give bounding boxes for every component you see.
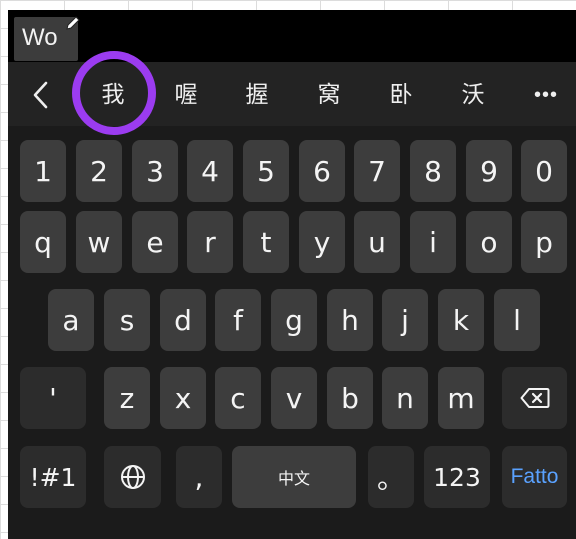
key-g[interactable]: g: [271, 289, 317, 351]
key-f[interactable]: f: [215, 289, 261, 351]
key-o[interactable]: o: [466, 211, 512, 273]
key-y[interactable]: y: [299, 211, 345, 273]
candidate-2[interactable]: 喔: [161, 78, 211, 112]
key-a[interactable]: a: [48, 289, 94, 351]
more-candidates-icon[interactable]: •••: [526, 80, 566, 110]
key-i[interactable]: i: [410, 211, 456, 273]
done-key[interactable]: Fatto: [502, 446, 567, 508]
candidate-3[interactable]: 握: [232, 78, 282, 112]
key-h[interactable]: h: [327, 289, 373, 351]
numbers-key[interactable]: 123: [424, 446, 490, 508]
language-key[interactable]: [104, 446, 161, 508]
key-k[interactable]: k: [438, 289, 484, 351]
key-l[interactable]: l: [494, 289, 540, 351]
key-u[interactable]: u: [354, 211, 400, 273]
key-r[interactable]: r: [187, 211, 233, 273]
pencil-icon: [66, 16, 80, 30]
key-e[interactable]: e: [132, 211, 178, 273]
candidate-4[interactable]: 窝: [304, 78, 354, 112]
backspace-key[interactable]: [502, 367, 567, 429]
key-p[interactable]: p: [521, 211, 567, 273]
key-0[interactable]: 0: [521, 140, 567, 202]
space-key[interactable]: 中文: [232, 446, 356, 508]
key-8[interactable]: 8: [410, 140, 456, 202]
globe-icon: [120, 465, 145, 489]
key-2[interactable]: 2: [76, 140, 122, 202]
key-q[interactable]: q: [20, 211, 66, 273]
apostrophe-key[interactable]: ': [20, 367, 86, 429]
key-d[interactable]: d: [160, 289, 206, 351]
key-3[interactable]: 3: [132, 140, 178, 202]
key-z[interactable]: z: [104, 367, 150, 429]
key-x[interactable]: x: [160, 367, 206, 429]
chevron-left-icon[interactable]: [28, 80, 54, 110]
key-j[interactable]: j: [382, 289, 428, 351]
backspace-icon: [520, 388, 549, 408]
key-w[interactable]: w: [76, 211, 122, 273]
composition-text: Wo: [22, 24, 58, 51]
key-5[interactable]: 5: [243, 140, 289, 202]
key-6[interactable]: 6: [299, 140, 345, 202]
key-s[interactable]: s: [104, 289, 150, 351]
key-n[interactable]: n: [382, 367, 428, 429]
key-v[interactable]: v: [271, 367, 317, 429]
composition-strip: [8, 10, 576, 62]
key-t[interactable]: t: [243, 211, 289, 273]
highlight-circle: [72, 51, 156, 135]
comma-key[interactable]: ,: [176, 446, 222, 508]
candidate-5[interactable]: 卧: [376, 78, 426, 112]
key-b[interactable]: b: [327, 367, 373, 429]
key-7[interactable]: 7: [354, 140, 400, 202]
key-1[interactable]: 1: [20, 140, 66, 202]
symbols-key[interactable]: !#1: [20, 446, 86, 508]
key-c[interactable]: c: [215, 367, 261, 429]
key-9[interactable]: 9: [466, 140, 512, 202]
key-m[interactable]: m: [438, 367, 484, 429]
candidate-6[interactable]: 沃: [448, 78, 498, 112]
key-4[interactable]: 4: [187, 140, 233, 202]
period-key[interactable]: 。: [368, 446, 414, 508]
